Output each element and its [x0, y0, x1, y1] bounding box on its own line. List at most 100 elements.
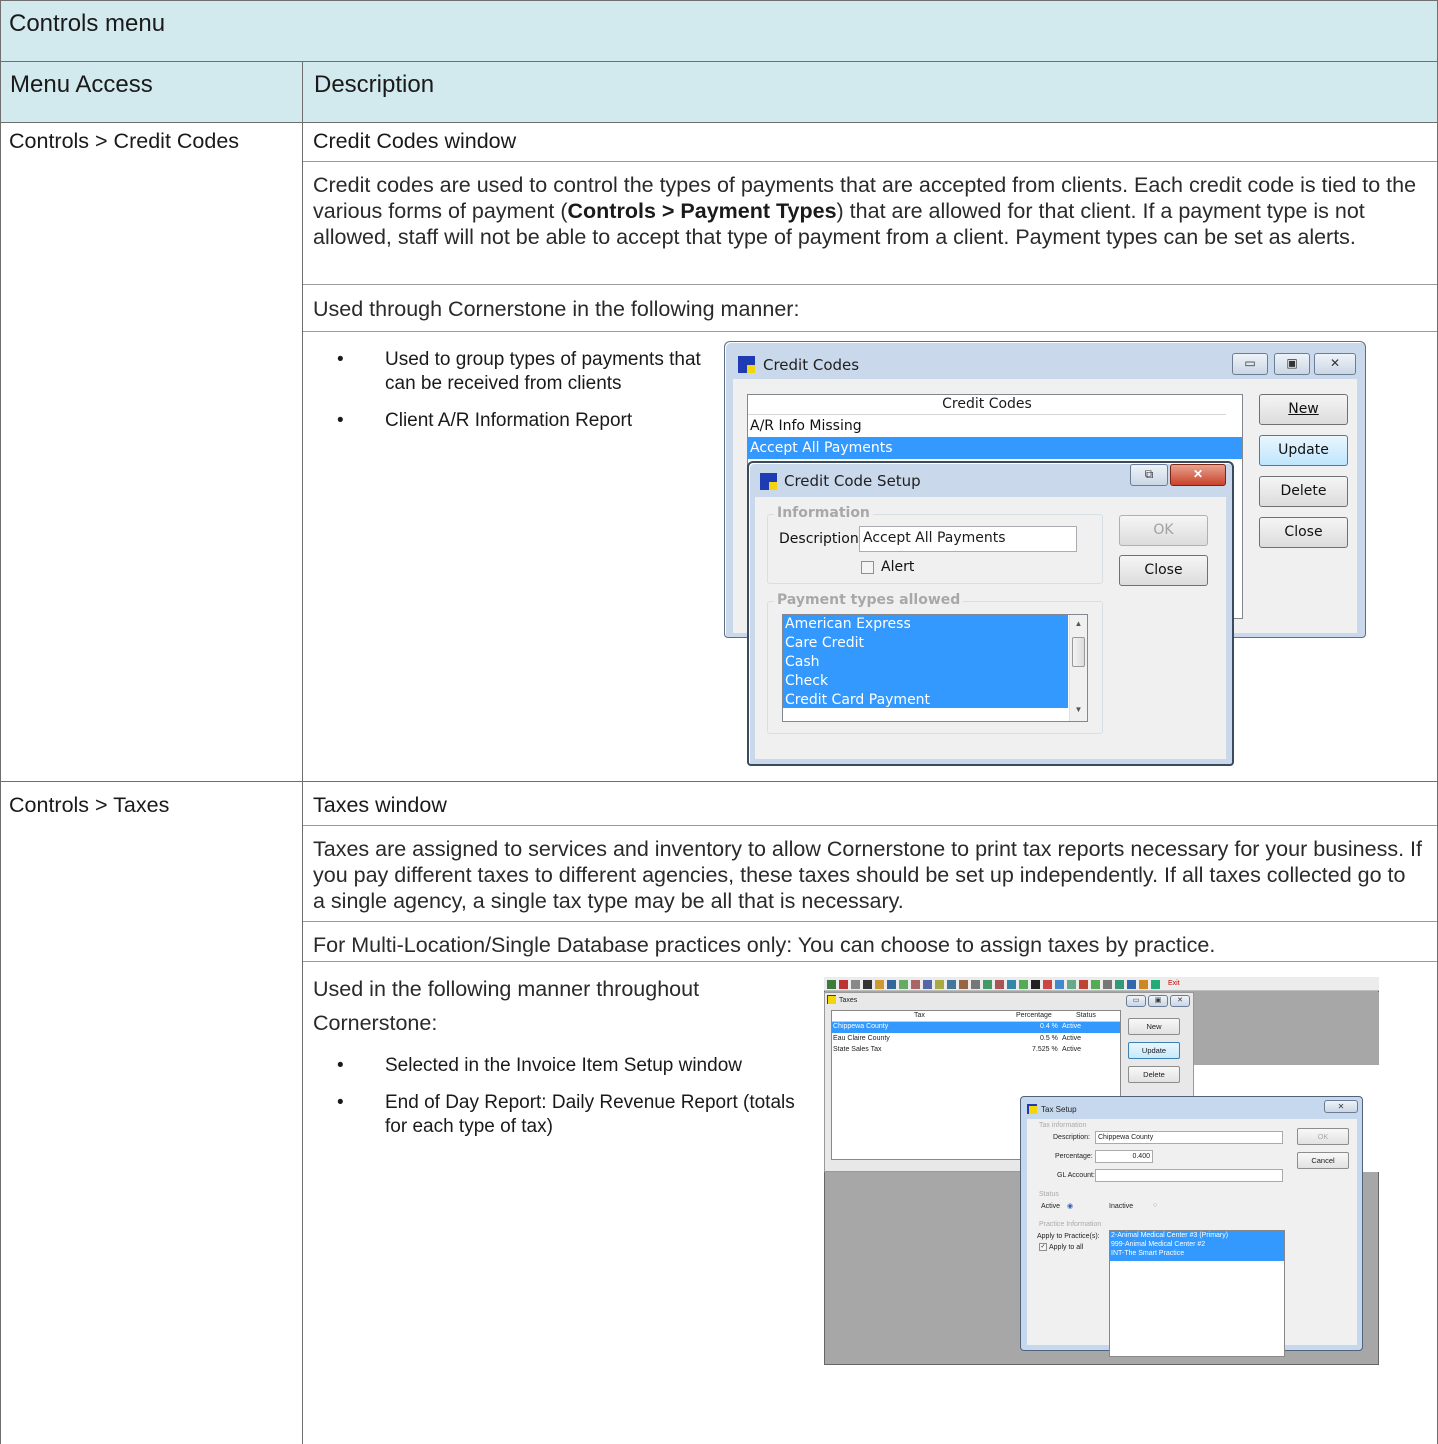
toolbar-icon[interactable] [863, 980, 872, 989]
column-divider [302, 61, 303, 1444]
toolbar-icon[interactable] [899, 980, 908, 989]
percentage-label: Percentage: [1055, 1153, 1093, 1160]
percentage-field[interactable]: 0.400 [1095, 1150, 1153, 1163]
toolbar-icon[interactable] [887, 980, 896, 989]
minimize-icon[interactable]: ▭ [1232, 353, 1268, 375]
tax-row-status[interactable]: Active [1062, 1035, 1081, 1042]
delete-button[interactable]: Delete [1259, 476, 1348, 507]
alert-checkbox[interactable] [861, 561, 874, 574]
toolbar-icon[interactable] [947, 980, 956, 989]
new-button[interactable]: New [1128, 1018, 1180, 1035]
inactive-radio-icon[interactable]: ○ [1153, 1202, 1157, 1209]
toolbar-icon[interactable] [1091, 980, 1100, 989]
tax-row-name[interactable]: Chippewa County [833, 1023, 888, 1030]
apply-to-practices-label: Apply to Practice(s): [1037, 1233, 1100, 1240]
active-radio-icon[interactable]: ◉ [1067, 1202, 1073, 1210]
toolbar-icon[interactable] [911, 980, 920, 989]
list-item[interactable]: 999-Animal Medical Center #2 [1111, 1241, 1205, 1248]
close-icon[interactable]: ✕ [1324, 1100, 1358, 1113]
toolbar-icon[interactable] [1079, 980, 1088, 989]
practices-list[interactable]: 2-Animal Medical Center #3 (Primary) 999… [1109, 1230, 1285, 1357]
toolbar-icon[interactable] [1031, 980, 1040, 989]
toolbar-icon[interactable] [827, 980, 836, 989]
toolbar-icon[interactable] [851, 980, 860, 989]
bullet-dot: • [337, 1055, 344, 1076]
close-button[interactable]: Close [1119, 555, 1208, 586]
new-button[interactable]: New [1259, 394, 1348, 425]
taxes-multi-location-note: For Multi-Location/Single Database pract… [313, 933, 1216, 957]
description-field[interactable]: Accept All Payments [859, 526, 1077, 552]
list-item[interactable]: Cash [783, 653, 1087, 672]
toolbar-icon[interactable] [983, 980, 992, 989]
payment-list-scrollbar[interactable]: ▲ ▼ [1069, 615, 1087, 721]
app-icon [738, 356, 755, 373]
description-field[interactable]: Chippewa County [1095, 1131, 1283, 1144]
toolbar-icon[interactable] [1007, 980, 1016, 989]
apply-to-all-checkbox[interactable]: ✓ [1039, 1243, 1047, 1251]
close-button[interactable]: Close [1259, 517, 1348, 548]
toolbar-icon[interactable] [959, 980, 968, 989]
maximize-icon[interactable]: ▣ [1274, 353, 1310, 375]
gl-account-field[interactable] [1095, 1169, 1283, 1182]
cancel-button[interactable]: Cancel [1297, 1152, 1349, 1169]
status-column-header[interactable]: Status [1076, 1012, 1096, 1019]
tax-row-status[interactable]: Active [1062, 1023, 1081, 1030]
list-item[interactable]: American Express [783, 615, 1087, 634]
close-icon[interactable]: ✕ [1314, 353, 1356, 375]
tax-row-name[interactable]: State Sales Tax [833, 1046, 882, 1053]
close-icon[interactable]: ✕ [1170, 995, 1190, 1007]
percentage-column-header[interactable]: Percentage [1016, 1012, 1052, 1019]
credit-codes-window-title: Credit Codes [763, 356, 860, 374]
list-item[interactable]: Care Credit [783, 634, 1087, 653]
restore-icon[interactable]: ⧉ [1130, 464, 1168, 486]
toolbar-icon[interactable] [1139, 980, 1148, 989]
ok-button[interactable]: OK [1297, 1128, 1349, 1145]
update-button[interactable]: Update [1128, 1042, 1180, 1059]
tax-row-pct[interactable]: 0.4 % [1040, 1023, 1058, 1030]
taxes-description: Taxes are assigned to services and inven… [313, 837, 1422, 913]
list-item[interactable]: 2-Animal Medical Center #3 (Primary) [1111, 1232, 1228, 1239]
tax-row-status[interactable]: Active [1062, 1046, 1081, 1053]
toolbar-icon[interactable] [1067, 980, 1076, 989]
toolbar-icon[interactable] [1127, 980, 1136, 989]
scroll-up-icon[interactable]: ▲ [1070, 619, 1087, 628]
toolbar-icon[interactable] [875, 980, 884, 989]
practice-information-group-label: Practice Information [1039, 1221, 1102, 1228]
list-item[interactable]: Accept All Payments [748, 437, 1242, 459]
credit-codes-column-header[interactable]: Credit Codes [748, 395, 1226, 415]
toolbar-icon[interactable] [995, 980, 1004, 989]
toolbar-icon[interactable] [1103, 980, 1112, 989]
toolbar-exit[interactable]: Exit [1168, 980, 1180, 987]
delete-button-label: Delete [1280, 483, 1327, 499]
scroll-thumb[interactable] [1072, 637, 1085, 667]
maximize-icon[interactable]: ▣ [1148, 995, 1168, 1007]
list-item[interactable]: Credit Card Payment [783, 691, 1087, 710]
close-icon[interactable]: ✕ [1170, 464, 1226, 486]
tax-column-header[interactable]: Tax [914, 1012, 925, 1019]
credit-codes-title: Credit Codes window [313, 129, 517, 153]
tax-row-name[interactable]: Eau Claire County [833, 1035, 890, 1042]
list-item[interactable]: INT-The Smart Practice [1111, 1250, 1184, 1257]
tax-row-pct[interactable]: 7.525 % [1032, 1046, 1058, 1053]
active-label: Active [1041, 1203, 1061, 1210]
toolbar-icon[interactable] [935, 980, 944, 989]
delete-button[interactable]: Delete [1128, 1066, 1180, 1083]
controls-menu-table: Controls menu Menu Access Description Co… [0, 0, 1438, 1444]
minimize-icon[interactable]: ▭ [1126, 995, 1146, 1007]
payment-types-list[interactable]: American Express Care Credit Cash Check … [782, 614, 1088, 722]
update-button[interactable]: Update [1259, 435, 1348, 466]
toolbar-icon[interactable] [1055, 980, 1064, 989]
tax-row-pct[interactable]: 0.5 % [1040, 1035, 1058, 1042]
list-item[interactable]: A/R Info Missing [748, 415, 1242, 437]
toolbar-icon[interactable] [1043, 980, 1052, 989]
toolbar-icon[interactable] [923, 980, 932, 989]
list-item[interactable]: Check [783, 672, 1087, 691]
toolbar-icon[interactable] [839, 980, 848, 989]
toolbar-icon[interactable] [971, 980, 980, 989]
ok-button[interactable]: OK [1119, 515, 1208, 546]
bullet-dot: • [337, 1092, 344, 1113]
scroll-down-icon[interactable]: ▼ [1070, 705, 1087, 714]
toolbar-icon[interactable] [1151, 980, 1160, 989]
toolbar-icon[interactable] [1115, 980, 1124, 989]
toolbar-icon[interactable] [1019, 980, 1028, 989]
